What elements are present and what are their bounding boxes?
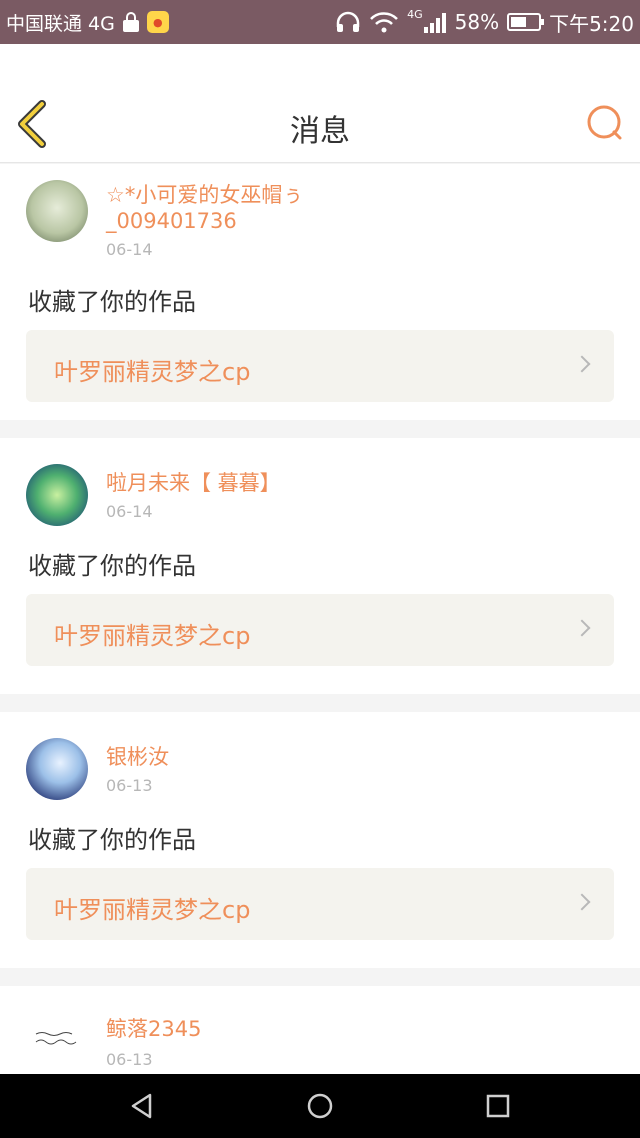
message-date: 06-14 — [106, 502, 153, 521]
message-date: 06-13 — [106, 776, 153, 795]
wifi-icon — [370, 12, 398, 33]
work-link[interactable]: 叶罗丽精灵梦之cp — [26, 330, 614, 402]
action-text: 收藏了你的作品 — [28, 826, 196, 854]
signal-icon — [423, 13, 446, 33]
work-link[interactable]: 叶罗丽精灵梦之cp — [26, 868, 614, 940]
battery-percent: 58% — [454, 10, 500, 34]
app-header: 消息 — [0, 44, 640, 163]
message-list: ☆*小可爱的女巫帽ぅ_009401736 06-14 收藏了你的作品 叶罗丽精灵… — [0, 164, 640, 1074]
work-link[interactable]: 叶罗丽精灵梦之cp — [26, 594, 614, 666]
carrier-label: 中国联通 4G — [6, 12, 115, 35]
square-recents-icon[interactable] — [484, 1092, 512, 1120]
action-text: 收藏了你的作品 — [28, 288, 196, 316]
user-name[interactable]: 银彬汝 — [106, 744, 306, 770]
clock: 下午5:20 — [549, 11, 634, 36]
message-card: 银彬汝 06-13 收藏了你的作品 叶罗丽精灵梦之cp — [0, 712, 640, 968]
app-notification-icon: ● — [146, 11, 169, 33]
message-date: 06-14 — [106, 240, 153, 259]
battery-icon — [507, 13, 545, 31]
status-bar: 中国联通 4G ● 4G 58% 下午5:20 — [0, 0, 640, 44]
handwriting-avatar-icon — [35, 1032, 77, 1045]
avatar[interactable] — [26, 180, 88, 242]
circle-home-icon[interactable] — [306, 1092, 334, 1120]
network-type-label: 4G — [407, 7, 423, 21]
message-card: 鲸落2345 06-13 — [0, 986, 640, 1074]
chevron-right-icon — [573, 355, 591, 373]
avatar[interactable] — [26, 738, 88, 800]
search-icon[interactable] — [584, 102, 626, 144]
user-name[interactable]: 鲸落2345 — [106, 1016, 306, 1042]
work-title: 叶罗丽精灵梦之cp — [54, 358, 251, 386]
lock-icon — [122, 12, 139, 32]
page-title: 消息 — [290, 114, 350, 149]
message-card: 啦月未来【 暮暮】 06-14 收藏了你的作品 叶罗丽精灵梦之cp — [0, 438, 640, 694]
action-text: 收藏了你的作品 — [28, 552, 196, 580]
message-card: ☆*小可爱的女巫帽ぅ_009401736 06-14 收藏了你的作品 叶罗丽精灵… — [0, 164, 640, 420]
work-title: 叶罗丽精灵梦之cp — [54, 622, 251, 650]
work-title: 叶罗丽精灵梦之cp — [54, 896, 251, 924]
avatar[interactable] — [26, 464, 88, 526]
headphones-icon — [336, 11, 360, 32]
message-date: 06-13 — [106, 1050, 153, 1069]
avatar[interactable] — [26, 1008, 88, 1070]
user-name[interactable]: ☆*小可爱的女巫帽ぅ_009401736 — [106, 182, 306, 234]
system-nav-bar — [0, 1074, 640, 1138]
user-name[interactable]: 啦月未来【 暮暮】 — [106, 470, 406, 496]
chevron-right-icon — [573, 619, 591, 637]
chevron-right-icon — [573, 893, 591, 911]
triangle-back-icon[interactable] — [128, 1092, 156, 1120]
